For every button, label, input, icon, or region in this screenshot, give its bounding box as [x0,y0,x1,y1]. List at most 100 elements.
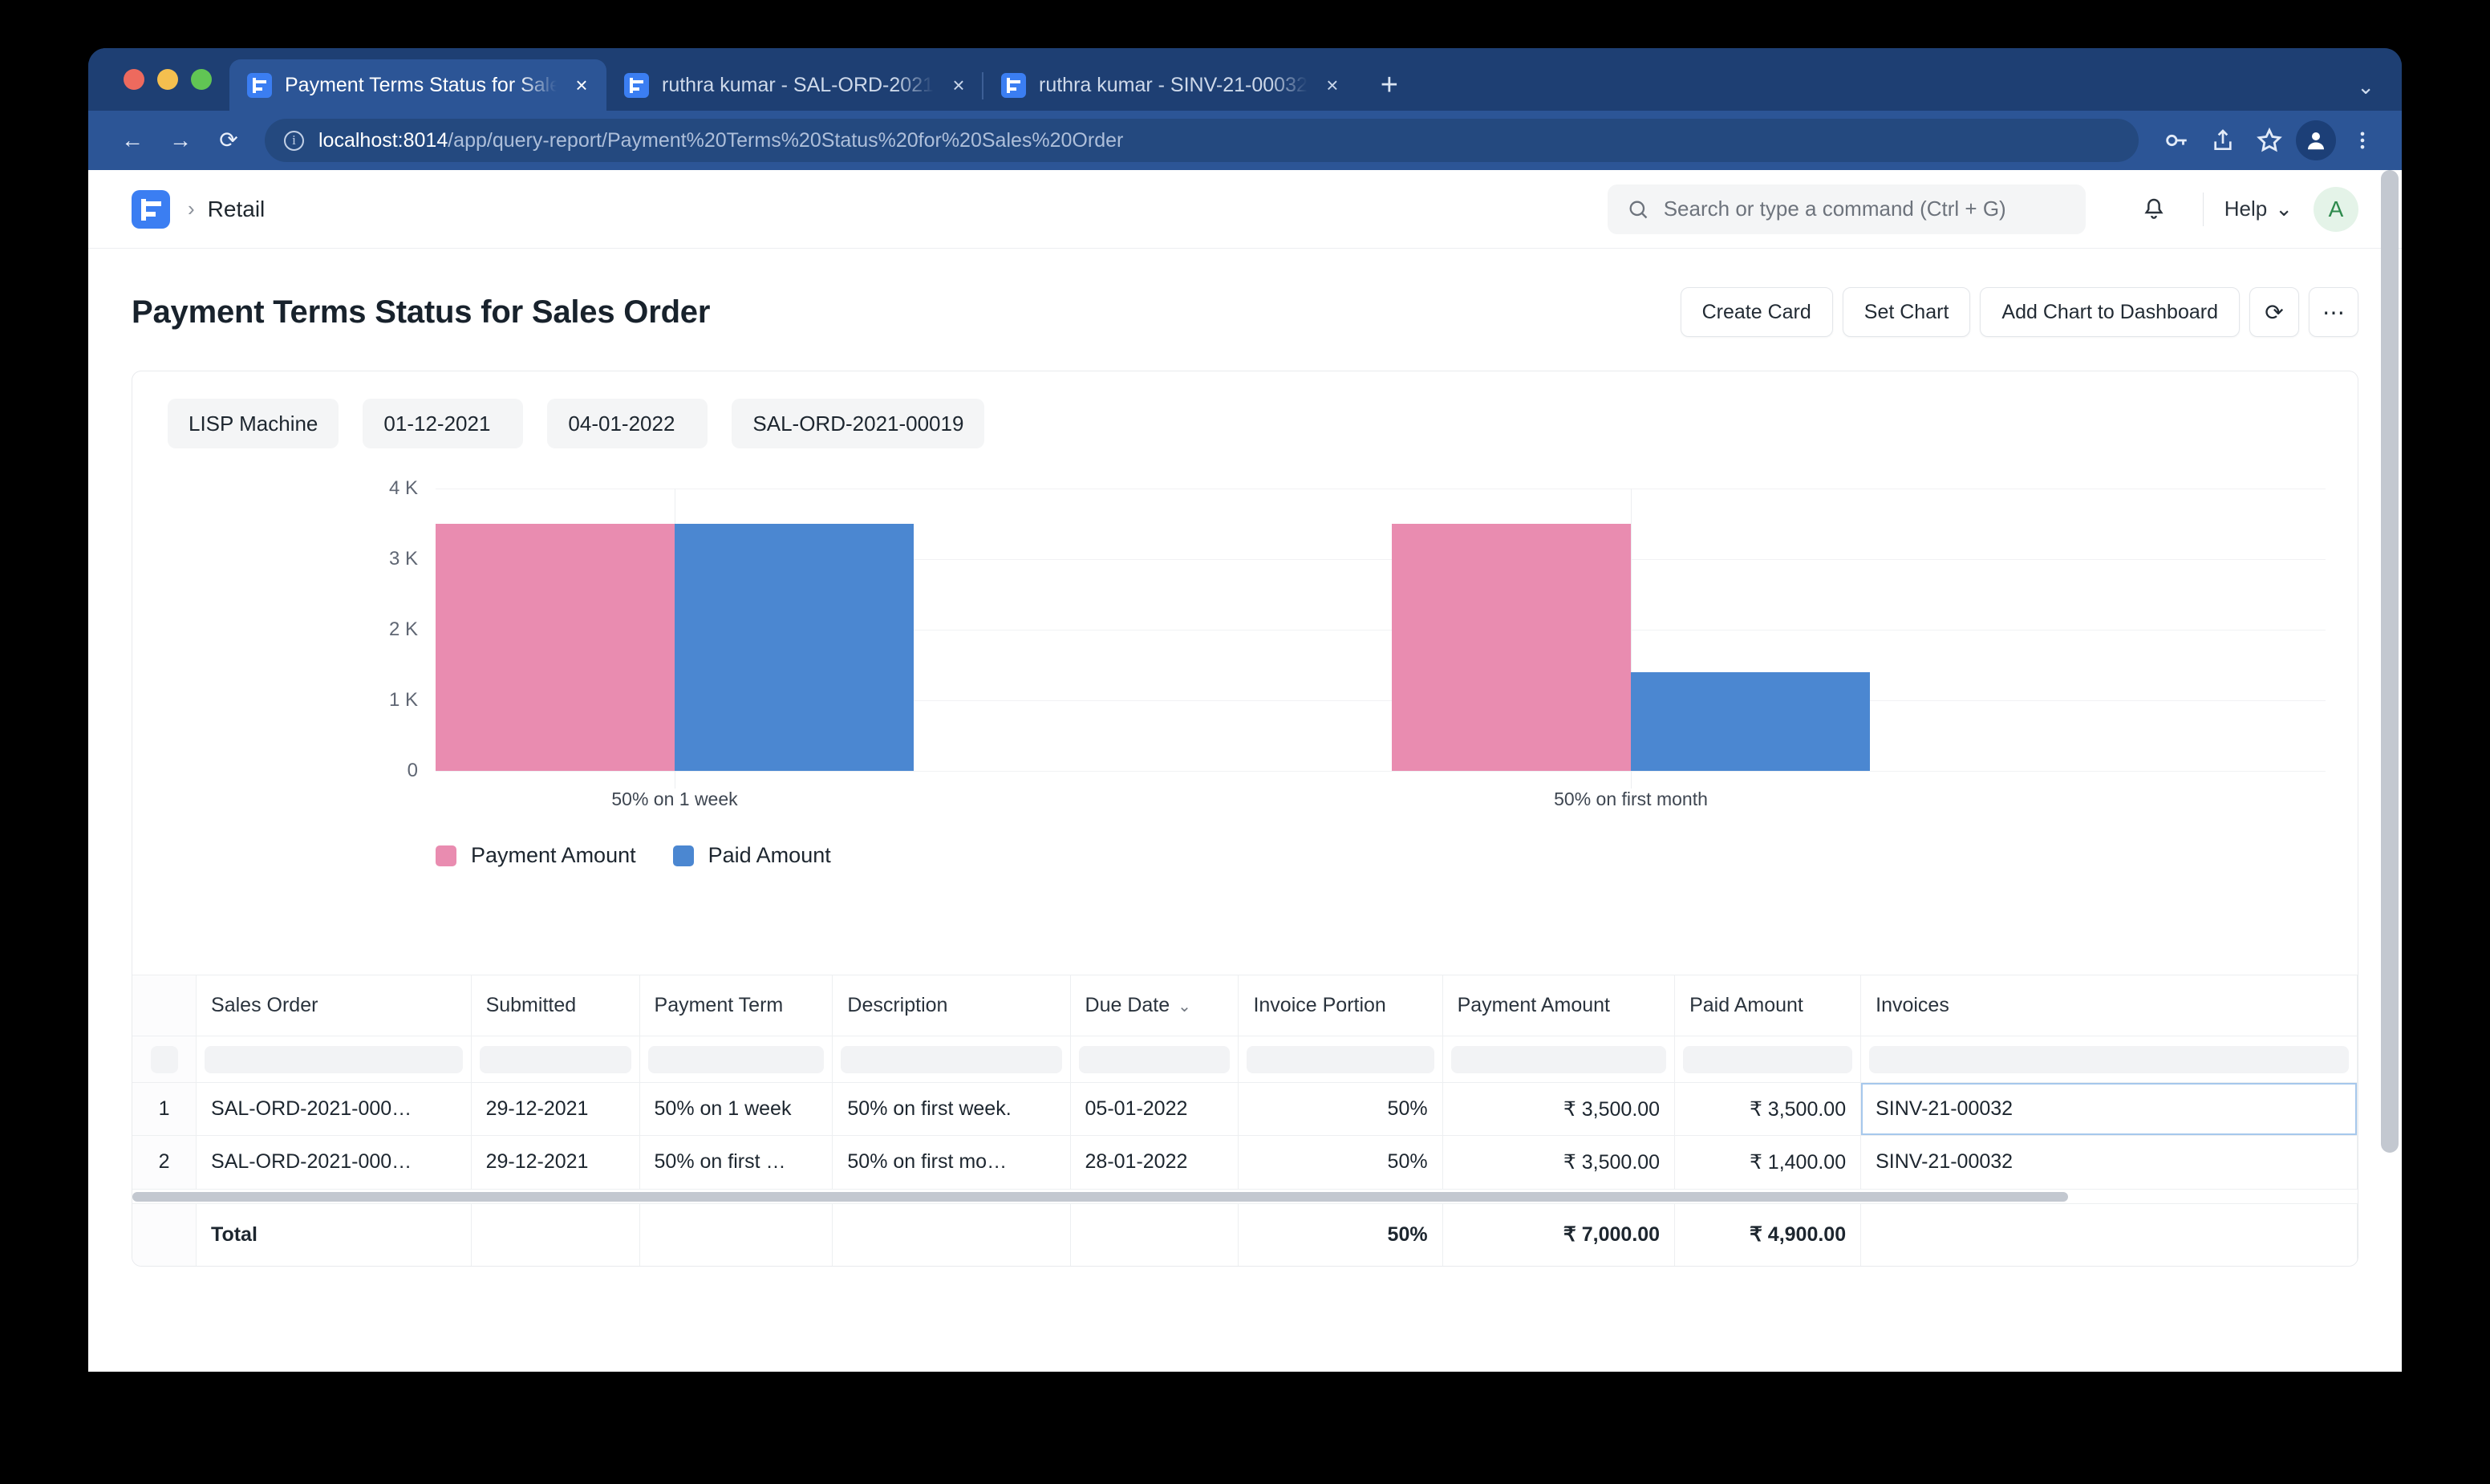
legend-item-payment-amount[interactable]: Payment Amount [436,843,636,868]
table-row[interactable]: 2 SAL-ORD-2021-000… 29-12-2021 50% on fi… [132,1136,2358,1189]
page-scrollbar[interactable] [2381,170,2399,1325]
column-header-invoices[interactable]: Invoices [1861,975,2358,1036]
total-submitted [471,1203,639,1266]
site-info-icon[interactable]: i [284,131,304,151]
column-header-invoice-portion[interactable]: Invoice Portion [1239,975,1442,1036]
minimize-window-button[interactable] [157,69,178,90]
cell-payment-amount[interactable]: ₹ 3,500.00 [1442,1083,1675,1136]
filter-placeholder [648,1046,825,1073]
close-window-button[interactable] [124,69,144,90]
table-header-row: Sales Order Submitted Payment Term Descr… [132,975,2358,1036]
column-header-due-date[interactable]: Due Date⌄ [1070,975,1239,1036]
tab-list-chevron-down-icon[interactable]: ⌄ [2357,75,2374,99]
cell-payment-term[interactable]: 50% on first … [639,1136,833,1189]
column-header-payment-amount[interactable]: Payment Amount [1442,975,1675,1036]
cell-paid-amount[interactable]: ₹ 1,400.00 [1675,1136,1861,1189]
chevron-down-icon: ⌄ [2275,197,2293,221]
new-tab-button[interactable]: + [1369,64,1410,106]
erpnext-logo-icon[interactable] [132,190,170,229]
filter-sales-order[interactable]: SAL-ORD-2021-00019 [732,399,984,448]
filter-cell-payment-amount[interactable] [1442,1036,1675,1083]
cell-paid-amount[interactable]: ₹ 3,500.00 [1675,1083,1861,1136]
kebab-menu-icon[interactable] [2342,120,2383,160]
erpnext-favicon-icon [1001,73,1026,98]
report-total-table: Total 50% ₹ 7,000.00 ₹ 4,900.00 [132,1203,2358,1267]
filter-to-date[interactable]: 04-01-2022 [547,399,708,448]
refresh-icon[interactable]: ⟳ [2249,287,2299,337]
breadcrumb-retail[interactable]: Retail [208,197,266,222]
filter-from-date[interactable]: 01-12-2021 [363,399,523,448]
share-icon[interactable] [2203,120,2243,160]
filter-cell-paid-amount[interactable] [1675,1036,1861,1083]
reload-icon[interactable]: ⟳ [207,119,250,162]
column-header-description[interactable]: Description [833,975,1070,1036]
filter-cell-description[interactable] [833,1036,1070,1083]
filter-cell-due-date[interactable] [1070,1036,1239,1083]
create-card-button[interactable]: Create Card [1681,287,1833,337]
toolbar-icons [2156,120,2383,160]
tab-close-icon[interactable]: × [947,73,971,97]
cell-sales-order[interactable]: SAL-ORD-2021-000… [197,1083,472,1136]
bar-payment-amount-2[interactable] [1392,524,1631,771]
browser-tab-3[interactable]: ruthra kumar - SINV-21-00032 × [983,59,1357,111]
set-chart-button[interactable]: Set Chart [1843,287,1971,337]
cell-description[interactable]: 50% on first mo… [833,1136,1070,1189]
cell-submitted[interactable]: 29-12-2021 [471,1083,639,1136]
column-header-payment-term[interactable]: Payment Term [639,975,833,1036]
column-header-submitted[interactable]: Submitted [471,975,639,1036]
cell-payment-term[interactable]: 50% on 1 week [639,1083,833,1136]
add-chart-to-dashboard-button[interactable]: Add Chart to Dashboard [1980,287,2240,337]
bookmark-star-icon[interactable] [2249,120,2289,160]
bar-paid-amount-1[interactable] [675,524,914,771]
window-traffic-lights [112,48,229,111]
forward-arrow-icon[interactable]: → [159,119,202,162]
total-description [833,1203,1070,1266]
cell-due-date[interactable]: 05-01-2022 [1070,1083,1239,1136]
filter-company[interactable]: LISP Machine [168,399,339,448]
filter-cell-sales-order[interactable] [197,1036,472,1083]
filter-cell-invoice-portion[interactable] [1239,1036,1442,1083]
cell-invoices[interactable]: SINV-21-00032 [1861,1136,2358,1189]
search-input[interactable]: Search or type a command (Ctrl + G) [1608,184,2086,234]
profile-icon[interactable] [2296,120,2336,160]
cell-invoice-portion[interactable]: 50% [1239,1083,1442,1136]
column-header-sales-order[interactable]: Sales Order [197,975,472,1036]
cell-payment-amount[interactable]: ₹ 3,500.00 [1442,1136,1675,1189]
bar-paid-amount-2[interactable] [1631,672,1870,771]
table-scrollbar-thumb[interactable] [132,1192,2068,1202]
legend-item-paid-amount[interactable]: Paid Amount [673,843,831,868]
column-header-paid-amount[interactable]: Paid Amount [1675,975,1861,1036]
chart-plot-area: 4 K 3 K 2 K 1 K 0 50% on [436,489,2326,771]
more-options-icon[interactable]: ⋯ [2309,287,2358,337]
help-label: Help [2224,197,2267,221]
cell-due-date[interactable]: 28-01-2022 [1070,1136,1239,1189]
table-horizontal-scrollbar[interactable] [132,1189,2358,1203]
help-menu[interactable]: Help ⌄ [2224,197,2293,221]
cell-invoice-portion[interactable]: 50% [1239,1136,1442,1189]
tab-close-icon[interactable]: × [1320,73,1344,97]
back-arrow-icon[interactable]: ← [111,119,154,162]
bar-payment-amount-1[interactable] [436,524,675,771]
cell-description[interactable]: 50% on first week. [833,1083,1070,1136]
page-actions: Create Card Set Chart Add Chart to Dashb… [1681,287,2358,337]
page-viewport: › Retail Search or type a command (Ctrl … [88,170,2402,1372]
cell-sales-order[interactable]: SAL-ORD-2021-000… [197,1136,472,1189]
tab-close-icon[interactable]: × [570,73,594,97]
avatar[interactable]: A [2314,187,2358,232]
table-row[interactable]: 1 SAL-ORD-2021-000… 29-12-2021 50% on 1 … [132,1083,2358,1136]
bell-icon [2141,196,2167,223]
filter-placeholder [841,1046,1061,1073]
notifications-button[interactable] [2126,196,2182,223]
filter-cell-payment-term[interactable] [639,1036,833,1083]
page-scrollbar-thumb[interactable] [2381,170,2399,1153]
filter-cell-invoices[interactable] [1861,1036,2358,1083]
address-bar[interactable]: i localhost:8014/app/query-report/Paymen… [265,119,2139,162]
maximize-window-button[interactable] [191,69,212,90]
column-header-index [132,975,197,1036]
key-icon[interactable] [2156,120,2196,160]
browser-tab-1[interactable]: Payment Terms Status for Sales × [229,59,606,111]
cell-invoices[interactable]: SINV-21-00032 [1861,1083,2358,1136]
browser-tab-2[interactable]: ruthra kumar - SAL-ORD-2021- × [606,59,983,111]
filter-cell-submitted[interactable] [471,1036,639,1083]
cell-submitted[interactable]: 29-12-2021 [471,1136,639,1189]
